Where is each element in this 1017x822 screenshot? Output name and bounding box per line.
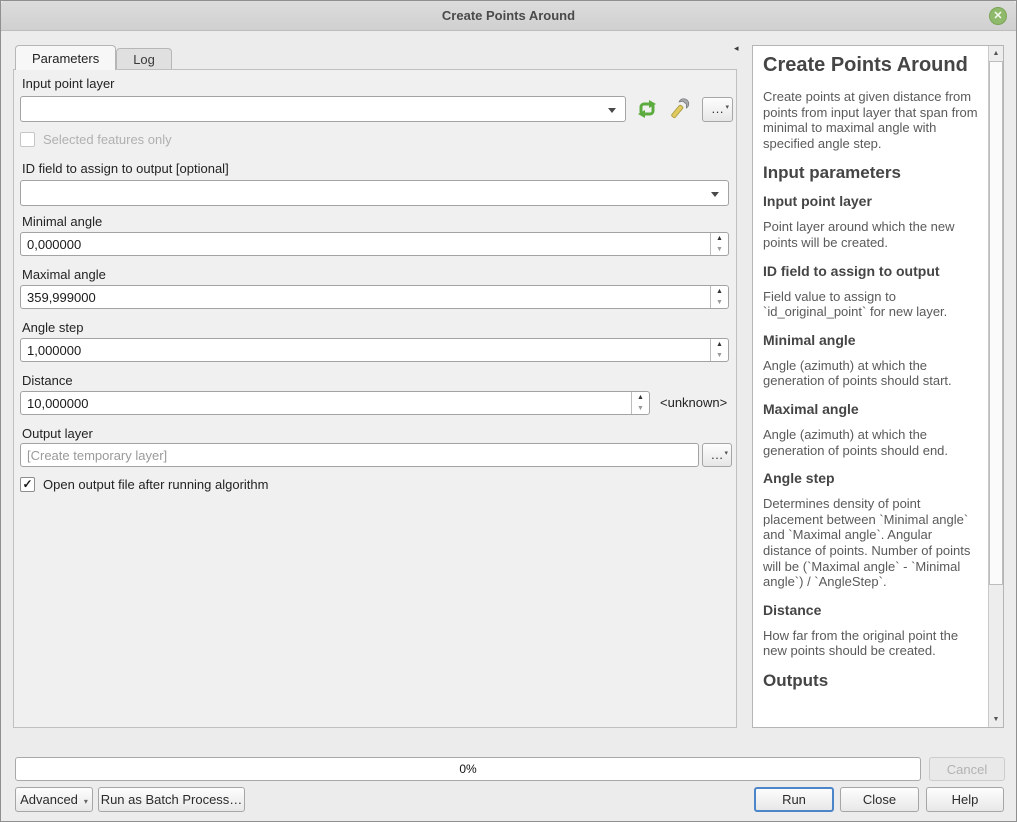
help-p: Field value to assign to `id_original_po… xyxy=(763,289,979,320)
input-point-layer-label: Input point layer xyxy=(22,76,115,91)
dialog-create-points-around: Create Points Around ✕ Parameters Log In… xyxy=(0,0,1017,822)
minimal-angle-label: Minimal angle xyxy=(22,214,102,229)
close-button[interactable]: Close xyxy=(840,787,919,812)
chevron-down-icon: ▾ xyxy=(724,443,728,464)
parameters-panel: Input point layer xyxy=(13,69,737,728)
spin-down-icon[interactable]: ▼ xyxy=(711,244,728,255)
selected-features-label: Selected features only xyxy=(43,132,172,147)
help-panel: Create Points Around Create points at giv… xyxy=(752,45,1004,728)
help-h2: Input parameters xyxy=(763,163,979,183)
input-layer-options-button[interactable]: … ▾ xyxy=(702,97,733,122)
chevron-down-icon xyxy=(711,192,719,197)
spin-up-icon[interactable]: ▲ xyxy=(711,339,728,350)
maximal-angle-spinbox: ▲ ▼ xyxy=(20,285,729,309)
tab-log-label: Log xyxy=(133,52,155,67)
help-p: Create points at given distance from poi… xyxy=(763,89,979,151)
help-h2: Outputs xyxy=(763,671,979,691)
distance-label: Distance xyxy=(22,373,73,388)
angle-step-spin-buttons[interactable]: ▲ ▼ xyxy=(710,339,728,361)
minimal-angle-spinbox: ▲ ▼ xyxy=(20,232,729,256)
help-p: Angle (azimuth) at which the generation … xyxy=(763,358,979,389)
run-button[interactable]: Run xyxy=(754,787,834,812)
distance-input[interactable] xyxy=(21,392,631,414)
advanced-button-label: Advanced xyxy=(20,792,78,807)
run-as-batch-button[interactable]: Run as Batch Process… xyxy=(98,787,245,812)
iterate-layers-button[interactable] xyxy=(634,96,660,122)
chevron-down-icon: ▾ xyxy=(725,97,729,119)
scroll-up-icon[interactable]: ▲ xyxy=(989,46,1003,61)
help-h3: Maximal angle xyxy=(763,401,979,417)
open-output-checkbox[interactable]: ✓ xyxy=(20,477,35,492)
help-h3: ID field to assign to output xyxy=(763,263,979,279)
help-h3: Angle step xyxy=(763,470,979,486)
spin-down-icon[interactable]: ▼ xyxy=(632,403,649,414)
chevron-down-icon xyxy=(608,108,616,113)
tab-parameters-label: Parameters xyxy=(32,51,99,66)
help-p: How far from the original point the new … xyxy=(763,628,979,659)
distance-unit-label: <unknown> xyxy=(660,395,727,410)
tab-parameters[interactable]: Parameters xyxy=(15,45,116,70)
spin-up-icon[interactable]: ▲ xyxy=(632,392,649,403)
scroll-down-icon[interactable]: ▼ xyxy=(989,712,1003,727)
wrench-icon xyxy=(666,95,692,123)
angle-step-input[interactable] xyxy=(21,339,710,361)
close-window-icon[interactable]: ✕ xyxy=(989,7,1007,25)
id-field-combobox[interactable] xyxy=(20,180,729,206)
tab-bar: Parameters Log xyxy=(15,45,172,70)
maximal-angle-input[interactable] xyxy=(21,286,710,308)
help-h3: Distance xyxy=(763,602,979,618)
selected-features-checkbox-row: Selected features only xyxy=(20,132,172,147)
distance-spinbox: ▲ ▼ xyxy=(20,391,650,415)
advanced-button[interactable]: Advanced ▾ xyxy=(15,787,93,812)
cancel-button: Cancel xyxy=(929,757,1005,781)
check-icon: ✓ xyxy=(22,477,32,491)
help-h3: Minimal angle xyxy=(763,332,979,348)
spin-up-icon[interactable]: ▲ xyxy=(711,233,728,244)
window-title: Create Points Around xyxy=(1,8,1016,23)
ellipsis-icon: … xyxy=(711,101,724,116)
output-layer-label: Output layer xyxy=(22,426,93,441)
tab-log[interactable]: Log xyxy=(116,48,172,70)
selected-features-checkbox xyxy=(20,132,35,147)
help-p: Angle (azimuth) at which the generation … xyxy=(763,427,979,458)
minimal-angle-input[interactable] xyxy=(21,233,710,255)
open-output-label: Open output file after running algorithm xyxy=(43,477,268,492)
iterate-loop-icon xyxy=(634,96,660,122)
ellipsis-icon: … xyxy=(711,447,724,462)
angle-step-spinbox: ▲ ▼ xyxy=(20,338,729,362)
output-layer-input[interactable] xyxy=(20,443,699,467)
help-p: Determines density of point placement be… xyxy=(763,496,979,590)
help-content: Create Points Around Create points at giv… xyxy=(753,46,989,709)
scrollbar-thumb[interactable] xyxy=(989,61,1003,585)
spin-up-icon[interactable]: ▲ xyxy=(711,286,728,297)
id-field-label: ID field to assign to output [optional] xyxy=(22,161,229,176)
title-bar: Create Points Around ✕ xyxy=(1,1,1016,31)
angle-step-label: Angle step xyxy=(22,320,83,335)
chevron-down-icon: ▾ xyxy=(84,797,88,806)
output-layer-browse-button[interactable]: … ▾ xyxy=(702,443,732,467)
progress-bar: 0% xyxy=(15,757,921,781)
help-scrollbar[interactable]: ▲ ▼ xyxy=(988,46,1003,727)
maximal-angle-spin-buttons[interactable]: ▲ ▼ xyxy=(710,286,728,308)
input-point-layer-combobox[interactable] xyxy=(20,96,626,122)
spin-down-icon[interactable]: ▼ xyxy=(711,350,728,361)
help-p: Point layer around which the new points … xyxy=(763,219,979,250)
advanced-options-button[interactable] xyxy=(666,95,692,123)
open-output-checkbox-row: ✓ Open output file after running algorit… xyxy=(20,477,268,492)
minimal-angle-spin-buttons[interactable]: ▲ ▼ xyxy=(710,233,728,255)
help-button[interactable]: Help xyxy=(926,787,1004,812)
help-h3: Input point layer xyxy=(763,193,979,209)
maximal-angle-label: Maximal angle xyxy=(22,267,106,282)
help-h1: Create Points Around xyxy=(763,54,979,77)
spin-down-icon[interactable]: ▼ xyxy=(711,297,728,308)
collapse-help-icon[interactable]: ◂ xyxy=(734,43,739,54)
distance-spin-buttons[interactable]: ▲ ▼ xyxy=(631,392,649,414)
